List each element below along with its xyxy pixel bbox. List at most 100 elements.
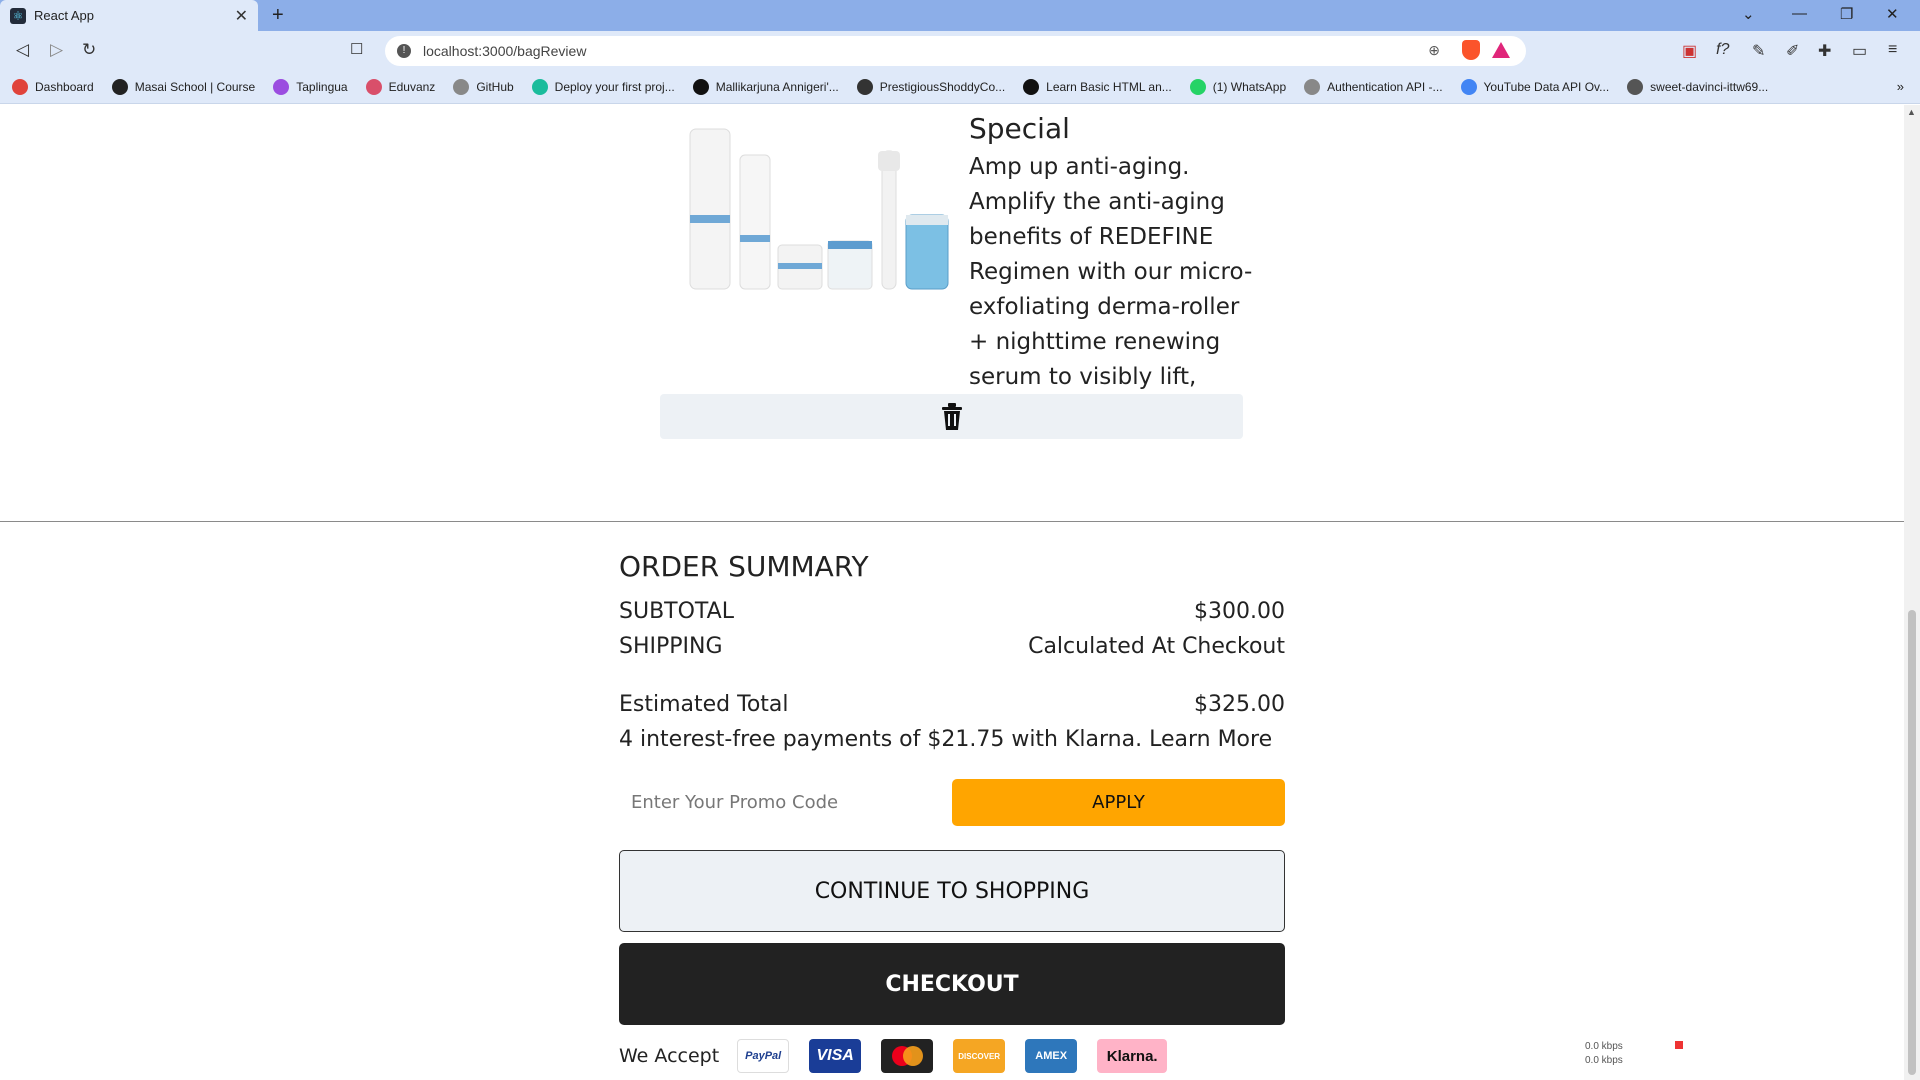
amex-logo-icon: AMEX: [1025, 1039, 1078, 1073]
bookmark-item[interactable]: sweet-davinci-ittw69...: [1627, 79, 1768, 95]
estimated-total-value: $325.00: [1194, 692, 1285, 717]
extension-dropper-icon[interactable]: ✐: [1786, 41, 1799, 61]
address-bar[interactable]: ! localhost:3000/bagReview ⊕: [385, 36, 1526, 66]
close-window-icon[interactable]: ✕: [1886, 5, 1899, 23]
bookmark-label: Mallikarjuna Annigeri'...: [715, 80, 839, 94]
promo-code-input[interactable]: [619, 779, 939, 826]
product-title: Special: [969, 112, 1070, 145]
shipping-label: SHIPPING: [619, 634, 723, 659]
scrollbar-thumb[interactable]: [1908, 610, 1916, 1075]
browser-toolbar: ◁ ▷ ↻ ☐ ! localhost:3000/bagReview ⊕ ▣ f…: [0, 31, 1920, 71]
bookmark-label: Eduvanz: [388, 80, 436, 94]
zoom-icon[interactable]: ⊕: [1428, 42, 1440, 59]
bookmark-label: GitHub: [476, 80, 514, 94]
react-favicon-icon: ⚛: [10, 7, 26, 24]
bookmark-item[interactable]: Mallikarjuna Annigeri'...: [692, 79, 839, 95]
url-text[interactable]: localhost:3000/bagReview: [423, 43, 586, 59]
bookmark-label: (1) WhatsApp: [1212, 80, 1287, 94]
bookmark-label: sweet-davinci-ittw69...: [1650, 80, 1769, 94]
remove-item-button[interactable]: [660, 394, 1243, 439]
bookmark-item[interactable]: GitHub: [453, 79, 514, 95]
bookmark-label: Taplingua: [296, 80, 348, 94]
klarna-logo-icon: Klarna.: [1097, 1039, 1168, 1073]
bookmark-favicon-icon: [111, 79, 128, 95]
restore-icon[interactable]: ❐: [1840, 5, 1853, 23]
scroll-up-arrow-icon[interactable]: ▲: [1907, 107, 1916, 117]
extension-1-icon[interactable]: ▣: [1682, 41, 1697, 61]
discover-logo-icon: DISCOVER: [953, 1039, 1006, 1073]
download-speed: 0.0 kbps: [1585, 1055, 1623, 1066]
bookmark-item[interactable]: Eduvanz: [365, 79, 436, 95]
order-summary: ORDER SUMMARY SUBTOTAL $300.00 SHIPPING …: [619, 550, 1285, 1074]
new-tab-button[interactable]: +: [272, 4, 284, 27]
bookmark-label: PrestigiousShoddyCo...: [879, 80, 1006, 94]
bookmark-label: Masai School | Course: [134, 80, 256, 94]
bookmarks-more-icon[interactable]: »: [1897, 79, 1904, 94]
mastercard-logo-icon: [881, 1039, 934, 1073]
order-summary-title: ORDER SUMMARY: [619, 550, 869, 583]
bookmark-favicon-icon: [365, 79, 382, 95]
page-scrollbar[interactable]: ▲: [1904, 105, 1920, 1080]
bookmark-label: Authentication API -...: [1327, 80, 1443, 94]
bookmark-favicon-icon: [1460, 79, 1477, 95]
visa-logo-icon: VISA: [809, 1039, 862, 1073]
subtotal-value: $300.00: [1194, 599, 1285, 624]
page-content: Special Amp up anti-aging. Amplify the a…: [0, 105, 1920, 1080]
estimated-total-row: Estimated Total $325.00: [619, 687, 1285, 722]
paypal-logo-icon: PayPal: [737, 1039, 790, 1073]
netspeed-close-icon[interactable]: [1675, 1041, 1683, 1049]
bookmark-label: Deploy your first proj...: [554, 80, 675, 94]
back-icon[interactable]: ◁: [16, 40, 29, 60]
shipping-value: Calculated At Checkout: [1028, 634, 1285, 659]
checkout-button[interactable]: CHECKOUT: [619, 943, 1285, 1025]
trash-icon: [941, 402, 962, 430]
upload-speed: 0.0 kbps: [1585, 1041, 1623, 1052]
extension-pen-icon[interactable]: ✎: [1752, 41, 1765, 61]
bookmark-favicon-icon: [453, 79, 470, 95]
tab-title: React App: [34, 8, 94, 23]
bookmark-label: Learn Basic HTML an...: [1046, 80, 1172, 94]
tab-strip: ⚛ React App ✕ + ⌄ — ❐ ✕: [0, 0, 1920, 31]
network-speed-widget: 0.0 kbps 0.0 kbps: [1585, 1040, 1623, 1068]
bookmark-item[interactable]: (1) WhatsApp: [1189, 79, 1287, 95]
bookmark-item[interactable]: Dashboard: [12, 79, 94, 95]
reload-icon[interactable]: ↻: [82, 40, 96, 60]
bookmark-favicon-icon: [1627, 79, 1644, 95]
bookmark-page-icon[interactable]: ☐: [350, 40, 363, 58]
tab-close-icon[interactable]: ✕: [235, 6, 248, 26]
subtotal-label: SUBTOTAL: [619, 599, 734, 624]
tab-react-app[interactable]: ⚛ React App ✕: [0, 0, 258, 31]
bookmark-item[interactable]: PrestigiousShoddyCo...: [856, 79, 1006, 95]
brave-shields-icon[interactable]: [1462, 40, 1480, 60]
menu-icon[interactable]: ≡: [1888, 41, 1897, 59]
bookmark-item[interactable]: Authentication API -...: [1304, 79, 1443, 95]
bookmark-favicon-icon: [12, 79, 28, 95]
minimize-icon[interactable]: —: [1792, 5, 1807, 22]
bookmark-favicon-icon: [531, 79, 548, 95]
subtotal-row: SUBTOTAL $300.00: [619, 594, 1285, 629]
wallet-icon[interactable]: ▭: [1852, 41, 1867, 61]
estimated-total-label: Estimated Total: [619, 692, 789, 717]
extension-fx-icon[interactable]: f?: [1716, 41, 1729, 59]
bookmark-favicon-icon: [856, 79, 873, 95]
site-info-icon[interactable]: !: [397, 44, 411, 58]
bookmark-favicon-icon: [692, 79, 709, 95]
bookmark-favicon-icon: [1023, 79, 1040, 95]
bookmark-item[interactable]: Masai School | Course: [111, 79, 256, 95]
continue-shopping-button[interactable]: CONTINUE TO SHOPPING: [619, 850, 1285, 932]
klarna-installments-text[interactable]: 4 interest-free payments of $21.75 with …: [619, 722, 1285, 757]
apply-promo-button[interactable]: APPLY: [952, 779, 1285, 826]
bookmark-item[interactable]: YouTube Data API Ov...: [1460, 79, 1610, 95]
bookmark-label: YouTube Data API Ov...: [1483, 80, 1610, 94]
promo-row: APPLY: [619, 779, 1285, 826]
bookmark-item[interactable]: Deploy your first proj...: [531, 79, 675, 95]
we-accept-label: We Accept: [619, 1045, 720, 1067]
bookmark-favicon-icon: [273, 79, 290, 95]
section-divider: [0, 521, 1904, 522]
tab-search-icon[interactable]: ⌄: [1742, 5, 1755, 23]
bookmark-item[interactable]: Learn Basic HTML an...: [1023, 79, 1172, 95]
brave-rewards-icon[interactable]: [1492, 42, 1510, 58]
forward-icon[interactable]: ▷: [50, 40, 63, 60]
extensions-puzzle-icon[interactable]: ✚: [1818, 41, 1831, 61]
bookmark-item[interactable]: Taplingua: [273, 79, 348, 95]
